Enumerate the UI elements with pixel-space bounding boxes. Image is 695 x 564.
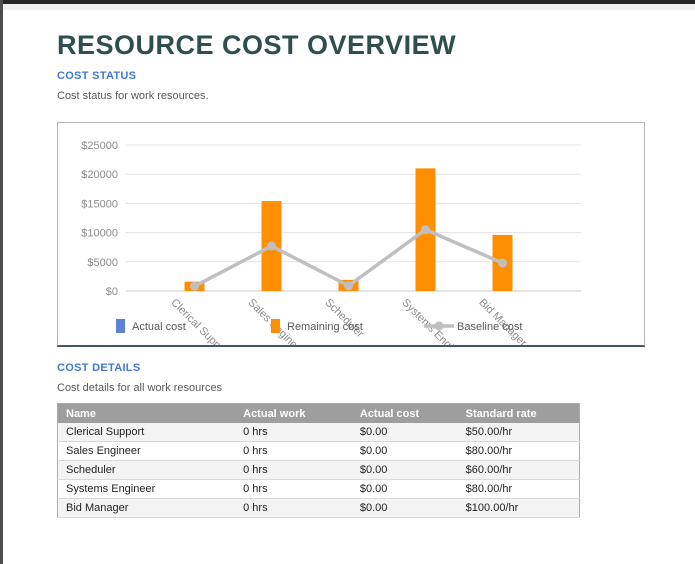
table-cell: $50.00/hr bbox=[458, 423, 580, 442]
window-left-border bbox=[0, 0, 3, 564]
y-axis-tick-label: $25000 bbox=[81, 140, 118, 152]
table-cell: 0 hrs bbox=[235, 423, 352, 442]
table-header-cell: Actual cost bbox=[352, 404, 458, 424]
table-cell: $80.00/hr bbox=[458, 480, 580, 499]
table-cell: $80.00/hr bbox=[458, 442, 580, 461]
table-cell: 0 hrs bbox=[235, 442, 352, 461]
y-axis-tick-label: $5000 bbox=[87, 257, 118, 269]
legend-line-marker bbox=[435, 322, 444, 331]
chart-canvas: $0$5000$10000$15000$20000$25000Clerical … bbox=[58, 123, 644, 345]
table-header-cell: Actual work bbox=[235, 404, 352, 424]
table-cell: $0.00 bbox=[352, 442, 458, 461]
table-cell: Bid Manager bbox=[58, 499, 236, 518]
table-cell: $60.00/hr bbox=[458, 461, 580, 480]
table-cell: Systems Engineer bbox=[58, 480, 236, 499]
table-row: Scheduler0 hrs$0.00$60.00/hr bbox=[58, 461, 580, 480]
table-header-cell: Name bbox=[58, 404, 236, 424]
table-cell: $0.00 bbox=[352, 423, 458, 442]
table-cell: Clerical Support bbox=[58, 423, 236, 442]
table-row: Sales Engineer0 hrs$0.00$80.00/hr bbox=[58, 442, 580, 461]
table-cell: $100.00/hr bbox=[458, 499, 580, 518]
legend-swatch bbox=[116, 319, 125, 333]
cost-status-heading: COST STATUS bbox=[57, 70, 136, 82]
table-row: Clerical Support0 hrs$0.00$50.00/hr bbox=[58, 423, 580, 442]
cost-details-description: Cost details for all work resources bbox=[57, 382, 222, 394]
cost-details-heading: COST DETAILS bbox=[57, 362, 140, 374]
chart-line-marker bbox=[421, 225, 430, 234]
table-cell: 0 hrs bbox=[235, 480, 352, 499]
table-cell: $0.00 bbox=[352, 480, 458, 499]
table-header-cell: Standard rate bbox=[458, 404, 580, 424]
table-cell: 0 hrs bbox=[235, 499, 352, 518]
table-cell: $0.00 bbox=[352, 499, 458, 518]
cost-status-chart: $0$5000$10000$15000$20000$25000Clerical … bbox=[57, 122, 645, 347]
chart-line-marker bbox=[190, 282, 199, 291]
chart-line-marker bbox=[498, 258, 507, 267]
legend-label: Remaining cost bbox=[287, 321, 363, 333]
x-axis-category-label: Scheduler bbox=[322, 297, 366, 341]
chart-line-marker bbox=[344, 281, 353, 290]
y-axis-tick-label: $15000 bbox=[81, 198, 118, 210]
chart-line bbox=[195, 230, 503, 287]
y-axis-tick-label: $0 bbox=[106, 286, 118, 298]
window-top-shade bbox=[0, 4, 695, 10]
legend-label: Baseline cost bbox=[457, 321, 522, 333]
cost-status-description: Cost status for work resources. bbox=[57, 90, 209, 102]
table-cell: Scheduler bbox=[58, 461, 236, 480]
table-cell: Sales Engineer bbox=[58, 442, 236, 461]
legend-swatch bbox=[271, 319, 280, 333]
table-row: Bid Manager0 hrs$0.00$100.00/hr bbox=[58, 499, 580, 518]
legend-label: Actual cost bbox=[132, 321, 186, 333]
table-cell: $0.00 bbox=[352, 461, 458, 480]
y-axis-tick-label: $20000 bbox=[81, 169, 118, 181]
cost-details-table: NameActual workActual costStandard rate … bbox=[57, 403, 580, 518]
table-header-row: NameActual workActual costStandard rate bbox=[58, 404, 580, 424]
y-axis-tick-label: $10000 bbox=[81, 228, 118, 240]
chart-line-marker bbox=[267, 242, 276, 251]
table-cell: 0 hrs bbox=[235, 461, 352, 480]
page-title: RESOURCE COST OVERVIEW bbox=[57, 30, 456, 61]
table-row: Systems Engineer0 hrs$0.00$80.00/hr bbox=[58, 480, 580, 499]
